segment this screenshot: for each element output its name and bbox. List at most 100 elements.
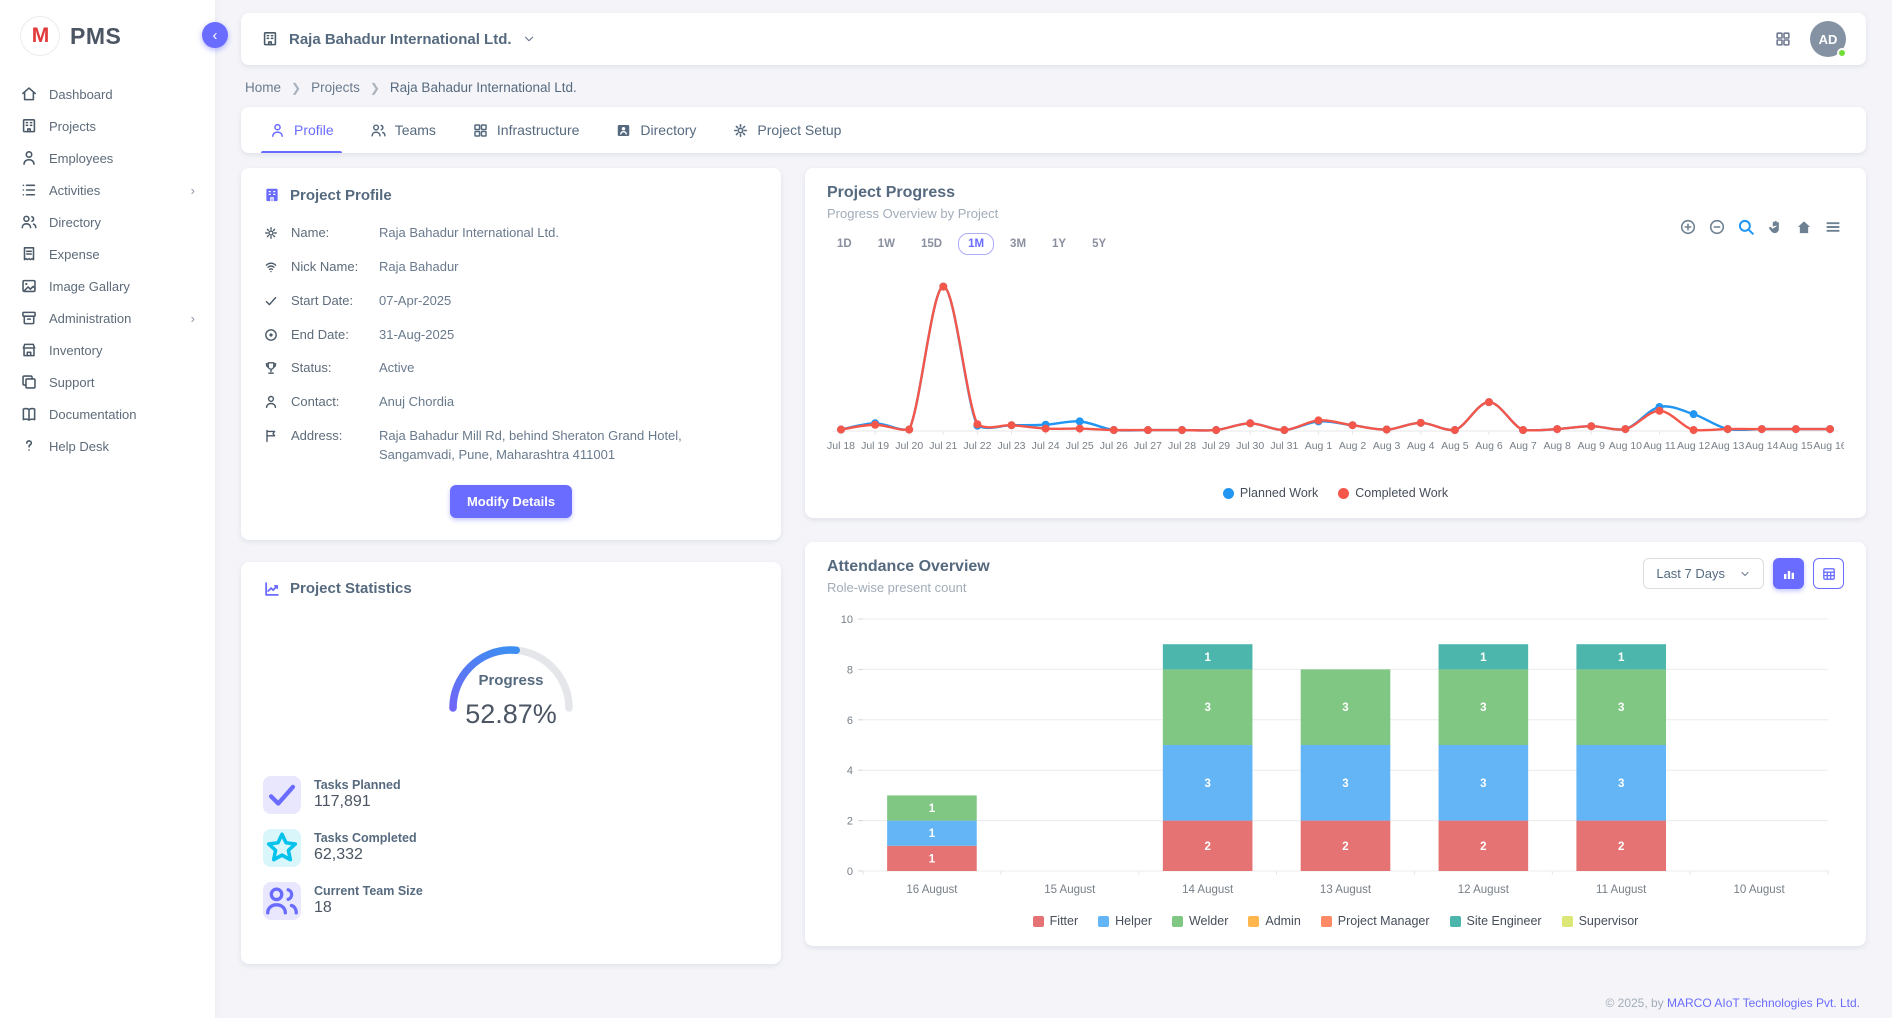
content-area: Project Profile Name: Raja Bahadur Inter… [241, 168, 1866, 989]
chevron-down-icon [522, 32, 536, 46]
svg-text:1: 1 [929, 853, 936, 865]
range-1w[interactable]: 1W [868, 233, 905, 255]
sidebar-item-activities[interactable]: Activities › [0, 174, 215, 206]
tab-project-setup[interactable]: Project Setup [714, 107, 859, 153]
menu-icon[interactable] [1824, 218, 1842, 236]
legend-supervisor[interactable]: Supervisor [1562, 914, 1639, 928]
pan-icon[interactable] [1766, 218, 1784, 236]
sidebar-item-help-desk[interactable]: Help Desk [0, 430, 215, 462]
sidebar-item-directory[interactable]: Directory [0, 206, 215, 238]
sidebar-item-dashboard[interactable]: Dashboard [0, 78, 215, 110]
svg-text:8: 8 [847, 664, 853, 676]
apps-grid-icon[interactable] [1774, 29, 1792, 49]
svg-text:2: 2 [1204, 841, 1210, 853]
sidebar-item-administration[interactable]: Administration › [0, 302, 215, 334]
svg-text:15 August: 15 August [1044, 884, 1096, 896]
users-icon [370, 122, 387, 139]
archive-icon [20, 309, 38, 327]
breadcrumb-home[interactable]: Home [245, 80, 281, 95]
table-view-button[interactable] [1813, 558, 1844, 589]
svg-text:Jul 25: Jul 25 [1066, 440, 1094, 452]
svg-text:Aug 6: Aug 6 [1475, 440, 1503, 452]
field-address: Address: Raja Bahadur Mill Rd, behind Sh… [263, 427, 759, 465]
svg-text:1: 1 [929, 803, 936, 815]
company-selector[interactable]: Raja Bahadur International Ltd. [261, 29, 536, 49]
range-15d[interactable]: 15D [911, 233, 952, 255]
sidebar-item-projects[interactable]: Projects [0, 110, 215, 142]
modify-details-button[interactable]: Modify Details [450, 485, 572, 518]
sidebar-item-support[interactable]: Support [0, 366, 215, 398]
range-1y[interactable]: 1Y [1042, 233, 1076, 255]
star-icon [263, 829, 301, 867]
sidebar-item-documentation[interactable]: Documentation [0, 398, 215, 430]
data-point [1485, 398, 1493, 406]
data-point [939, 283, 947, 291]
range-5y[interactable]: 5Y [1082, 233, 1116, 255]
days-range-select[interactable]: Last 7 Days [1643, 558, 1764, 589]
svg-text:6: 6 [847, 715, 853, 727]
range-1m[interactable]: 1M [958, 233, 994, 255]
progress-line-chart[interactable]: Jul 18Jul 19Jul 20Jul 21Jul 22Jul 23Jul … [827, 261, 1844, 480]
svg-text:Aug 16: Aug 16 [1813, 440, 1844, 452]
bar-chart-legend: Fitter Helper Welder Admin Project Manager Si… [827, 908, 1844, 936]
project-tabs: Profile Teams Infrastructure Directory P… [241, 107, 1866, 153]
legend-fitter[interactable]: Fitter [1033, 914, 1078, 928]
selection-zoom-icon[interactable] [1737, 218, 1755, 236]
legend-completed-work[interactable]: Completed Work [1338, 486, 1448, 500]
attendance-bar-chart[interactable]: 024681011116 August15 August233114 Augus… [827, 605, 1844, 908]
sidebar-item-inventory[interactable]: Inventory [0, 334, 215, 366]
zoom-in-icon[interactable] [1679, 218, 1697, 236]
app-name: PMS [70, 23, 121, 50]
legend-marker [1172, 916, 1183, 927]
home-reset-icon[interactable] [1795, 218, 1813, 236]
svg-text:Aug 8: Aug 8 [1543, 440, 1571, 452]
svg-text:12 August: 12 August [1458, 884, 1510, 896]
legend-planned-work[interactable]: Planned Work [1223, 486, 1318, 500]
sidebar-item-image-gallery[interactable]: Image Gallary [0, 270, 215, 302]
left-column: Project Profile Name: Raja Bahadur Inter… [241, 168, 781, 964]
data-point [837, 426, 845, 434]
sidebar: M PMS Dashboard Projects Employees Activ… [0, 0, 215, 1018]
legend-site-engineer[interactable]: Site Engineer [1450, 914, 1542, 928]
list-icon [20, 181, 38, 199]
tab-infrastructure[interactable]: Infrastructure [454, 107, 597, 153]
data-point [1417, 419, 1425, 427]
legend-project-manager[interactable]: Project Manager [1321, 914, 1430, 928]
user-icon [269, 122, 286, 139]
tab-directory[interactable]: Directory [597, 107, 714, 153]
legend-marker [1338, 488, 1349, 499]
building-icon [20, 117, 38, 135]
receipt-icon [20, 245, 38, 263]
footer-company-link[interactable]: MARCO AIoT Technologies Pvt. Ltd. [1667, 996, 1860, 1010]
range-1d[interactable]: 1D [827, 233, 862, 255]
svg-text:3: 3 [1204, 702, 1210, 714]
sidebar-item-employees[interactable]: Employees [0, 142, 215, 174]
field-name: Name: Raja Bahadur International Ltd. [263, 224, 759, 243]
tab-profile[interactable]: Profile [251, 107, 352, 153]
svg-text:Aug 15: Aug 15 [1779, 440, 1812, 452]
breadcrumb-projects[interactable]: Projects [311, 80, 360, 95]
legend-helper[interactable]: Helper [1098, 914, 1152, 928]
svg-text:Aug 2: Aug 2 [1339, 440, 1367, 452]
svg-text:0: 0 [847, 866, 853, 878]
svg-text:Jul 19: Jul 19 [861, 440, 889, 452]
legend-admin[interactable]: Admin [1248, 914, 1300, 928]
data-point [871, 421, 879, 429]
user-avatar[interactable]: AD [1810, 21, 1846, 57]
bar-chart-view-button[interactable] [1773, 558, 1804, 589]
sidebar-item-expense[interactable]: Expense [0, 238, 215, 270]
range-3m[interactable]: 3M [1000, 233, 1036, 255]
svg-text:11 August: 11 August [1596, 884, 1647, 896]
svg-text:3: 3 [1618, 778, 1624, 790]
svg-text:13 August: 13 August [1320, 884, 1372, 896]
data-point [1280, 426, 1288, 434]
gauge-label: Progress [478, 672, 543, 689]
sidebar-collapse-button[interactable]: ‹ [202, 22, 228, 48]
attendance-overview-card: Attendance Overview Role-wise present co… [805, 542, 1866, 946]
zoom-out-icon[interactable] [1708, 218, 1726, 236]
app-logo[interactable]: M PMS [0, 0, 215, 78]
data-point [905, 426, 913, 434]
legend-welder[interactable]: Welder [1172, 914, 1228, 928]
data-point [1076, 425, 1084, 433]
tab-teams[interactable]: Teams [352, 107, 454, 153]
